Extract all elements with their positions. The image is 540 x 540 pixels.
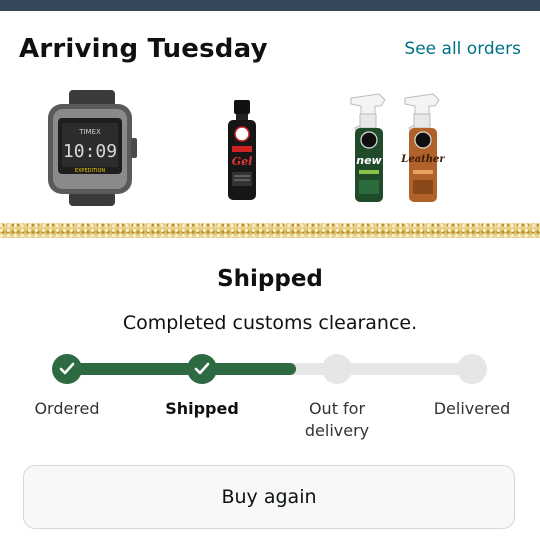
step-delivered-dot bbox=[457, 354, 487, 384]
progress-tracker bbox=[52, 354, 487, 384]
step-ordered-check-icon bbox=[52, 354, 82, 384]
svg-text:new: new bbox=[356, 154, 382, 167]
shipment-status-detail: Completed customs clearance. bbox=[122, 312, 418, 334]
watch-image[interactable]: TIMEX 10:09 EXPEDITION bbox=[45, 90, 139, 206]
step-label-delivered: Delivered bbox=[433, 399, 511, 418]
step-out-for-delivery-dot bbox=[322, 354, 352, 384]
watch-time: 10:09 bbox=[63, 141, 117, 162]
spray-bottle-icon: new bbox=[350, 93, 386, 202]
spray-bottle-green[interactable]: new bbox=[345, 92, 391, 204]
tire-shine-bottle[interactable]: Gel bbox=[226, 100, 258, 202]
product-thumbnails: TIMEX 10:09 EXPEDITION Gel new Leather bbox=[0, 88, 540, 210]
step-label-out-for-delivery: Out for delivery bbox=[304, 399, 370, 440]
spray-bottle-icon: Leather bbox=[400, 93, 445, 202]
watch-icon: TIMEX 10:09 EXPEDITION bbox=[48, 90, 137, 206]
shipment-status-title: Shipped bbox=[217, 266, 323, 292]
svg-text:Leather: Leather bbox=[400, 154, 445, 165]
bottle-icon: Gel bbox=[228, 100, 256, 200]
decorative-gold-divider bbox=[0, 223, 540, 238]
watch-brand: TIMEX bbox=[78, 128, 101, 136]
step-label-ordered: Ordered bbox=[34, 399, 100, 418]
arriving-title: Arriving Tuesday bbox=[19, 34, 268, 64]
spray-bottle-orange[interactable]: Leather bbox=[399, 92, 445, 204]
step-shipped-check-icon bbox=[187, 354, 217, 384]
step-label-shipped: Shipped bbox=[165, 399, 239, 418]
svg-text:Gel: Gel bbox=[232, 155, 253, 168]
watch-subtext: EXPEDITION bbox=[75, 168, 106, 174]
top-nav-strip bbox=[0, 0, 540, 11]
see-all-orders-link[interactable]: See all orders bbox=[404, 39, 521, 59]
progress-fill bbox=[55, 363, 296, 375]
buy-again-button[interactable]: Buy again bbox=[23, 465, 515, 529]
